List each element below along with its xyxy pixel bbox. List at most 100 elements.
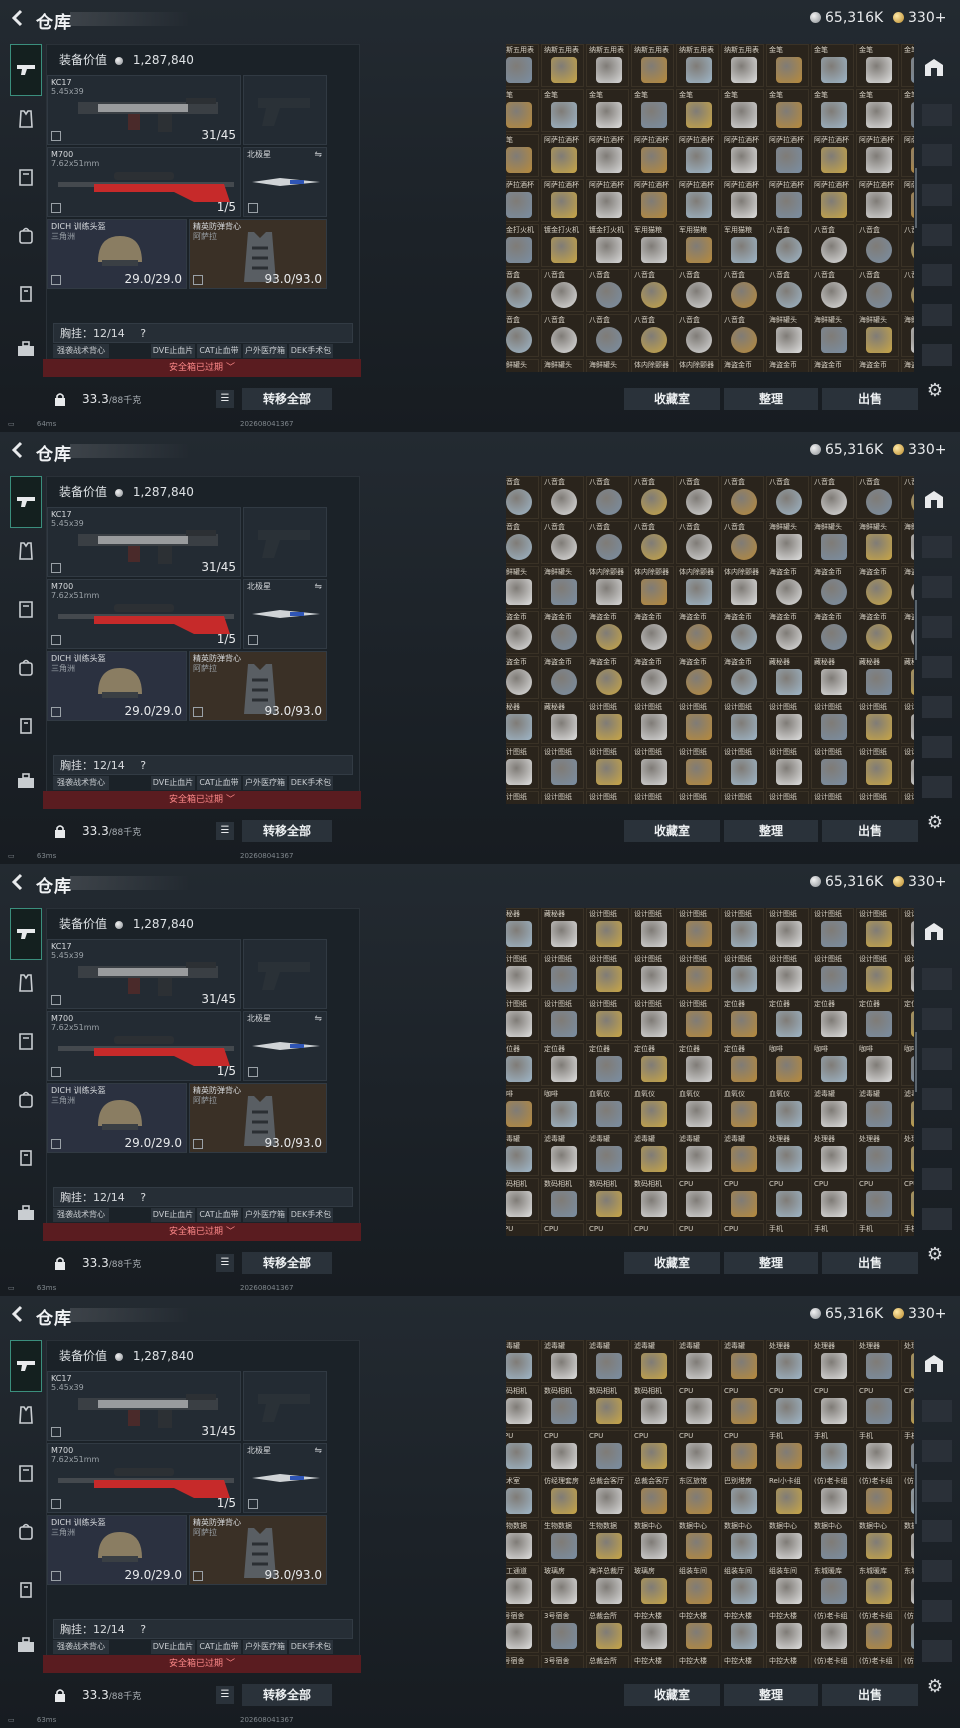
stash-item[interactable]: 设计图纸 bbox=[676, 953, 719, 996]
pouch-item[interactable]: 户外医疗箱 bbox=[243, 1640, 287, 1654]
stash-item[interactable]: 八音盒 bbox=[631, 476, 674, 519]
stash-item[interactable]: 海鲜罐头 bbox=[541, 566, 584, 609]
stash-item[interactable]: 设计图纸 bbox=[811, 953, 854, 996]
stash-item[interactable]: CPU bbox=[901, 1178, 914, 1221]
stash-item[interactable]: 八音盒 bbox=[541, 314, 584, 357]
stash-scrollbar[interactable] bbox=[915, 1464, 917, 1524]
stash-item[interactable]: 海鲜罐头 bbox=[541, 359, 584, 372]
stash-item[interactable]: 定位器 bbox=[856, 998, 899, 1041]
stash-item[interactable]: 滤毒罐 bbox=[676, 1340, 719, 1383]
stash-item[interactable]: 设计图纸 bbox=[586, 746, 629, 789]
secondary-weapon-slot[interactable]: M700 7.62x51mm 1/5 bbox=[47, 1443, 241, 1513]
stash-item[interactable]: 生物数据 bbox=[506, 1520, 539, 1563]
transfer-all-button[interactable]: 转移全部 bbox=[242, 388, 332, 410]
stash-item[interactable]: 定位器 bbox=[811, 998, 854, 1041]
stash-item[interactable]: (仿)老卡组 bbox=[856, 1475, 899, 1518]
stash-item[interactable]: 八音盒 bbox=[766, 224, 809, 267]
stash-item[interactable]: 设计图纸 bbox=[811, 908, 854, 951]
sort-button[interactable]: 整理 bbox=[724, 1684, 818, 1706]
back-arrow-icon[interactable] bbox=[10, 9, 28, 29]
stash-item[interactable]: 设计图纸 bbox=[766, 746, 809, 789]
stash-item[interactable]: 定位器 bbox=[631, 1043, 674, 1086]
stash-item[interactable]: 设计图纸 bbox=[631, 701, 674, 744]
stash-item[interactable]: 八音盒 bbox=[721, 521, 764, 564]
stash-tab[interactable] bbox=[922, 144, 952, 166]
backpack-icon[interactable] bbox=[13, 1090, 39, 1116]
stash-item[interactable]: 藏秘器 bbox=[811, 656, 854, 699]
stash-item[interactable]: 阿萨拉酒杯 bbox=[856, 134, 899, 177]
stash-item[interactable]: 海鲜罐头 bbox=[856, 314, 899, 357]
stash-item[interactable]: 设计图纸 bbox=[676, 701, 719, 744]
stash-item[interactable]: 海洋总裁厅 bbox=[586, 1565, 629, 1608]
stash-item[interactable]: 东城暖库 bbox=[856, 1565, 899, 1608]
stash-item[interactable]: CPU bbox=[766, 1178, 809, 1221]
back-arrow-icon[interactable] bbox=[10, 873, 28, 893]
stash-item[interactable]: 手机 bbox=[856, 1430, 899, 1473]
stash-item[interactable]: 八音盒 bbox=[901, 476, 914, 519]
stash-item[interactable]: 海盗金币 bbox=[811, 359, 854, 372]
stash-tab[interactable] bbox=[922, 1168, 952, 1190]
stash-item[interactable]: 设计图纸 bbox=[901, 746, 914, 789]
stash-item[interactable]: 八音盒 bbox=[506, 269, 539, 312]
stash-item[interactable]: 海盗金币 bbox=[586, 656, 629, 699]
stash-item[interactable]: 设计图纸 bbox=[676, 746, 719, 789]
stash-item[interactable]: 纳斯五用表 bbox=[586, 44, 629, 87]
stash-item[interactable]: 数码相机 bbox=[586, 1178, 629, 1221]
stash-item[interactable]: 海盗金币 bbox=[721, 359, 764, 372]
swap-icon[interactable]: ⇋ bbox=[314, 582, 322, 592]
stash-item[interactable]: CPU bbox=[856, 1385, 899, 1428]
pouch-item[interactable]: DEK手术包 bbox=[289, 1640, 333, 1654]
collection-room-button[interactable]: 收藏室 bbox=[624, 1684, 720, 1706]
stash-item[interactable]: 定位器 bbox=[586, 1043, 629, 1086]
gear-icon[interactable]: ⚙ bbox=[924, 1676, 946, 1698]
list-icon[interactable]: ☰ bbox=[216, 390, 234, 408]
stash-item[interactable]: 处理器 bbox=[901, 1340, 914, 1383]
safe-box-expired-banner[interactable]: 安全箱已过期 ﹀ bbox=[43, 1223, 361, 1241]
stash-item[interactable]: 血氧仪 bbox=[676, 1088, 719, 1131]
stash-item[interactable]: 金笔 bbox=[856, 44, 899, 87]
armor-icon[interactable] bbox=[13, 1464, 39, 1490]
stash-item[interactable]: 中控大楼 bbox=[631, 1655, 674, 1668]
backpack-icon[interactable] bbox=[13, 226, 39, 252]
stash-item[interactable]: 藏秘器 bbox=[541, 701, 584, 744]
stash-tab[interactable] bbox=[922, 968, 952, 990]
pouch-item[interactable]: DVE止血片 bbox=[151, 1208, 195, 1222]
stash-item[interactable]: 设计图纸 bbox=[506, 998, 539, 1041]
stash-item[interactable]: 体内除颤器 bbox=[631, 359, 674, 372]
stash-item[interactable]: 金笔 bbox=[811, 44, 854, 87]
swap-icon[interactable]: ⇋ bbox=[314, 1014, 322, 1024]
stash-item[interactable]: 员工通道 bbox=[506, 1565, 539, 1608]
stash-item[interactable]: CPU bbox=[631, 1223, 674, 1236]
stash-item[interactable]: CPU bbox=[766, 1385, 809, 1428]
stash-item[interactable]: 中控大楼 bbox=[721, 1655, 764, 1668]
stash-item[interactable]: 处理器 bbox=[811, 1133, 854, 1176]
swap-icon[interactable]: ⇋ bbox=[314, 1446, 322, 1456]
stash-item[interactable]: 滤毒罐 bbox=[631, 1133, 674, 1176]
stash-item[interactable]: 血氧仪 bbox=[586, 1088, 629, 1131]
stash-item[interactable]: 数据中心 bbox=[631, 1520, 674, 1563]
stash-item[interactable]: 海盗金币 bbox=[541, 611, 584, 654]
stash-item[interactable]: CPU bbox=[676, 1430, 719, 1473]
armor-slot[interactable]: 精英防弹背心 阿萨拉 93.0/93.0 bbox=[189, 1515, 327, 1585]
stash-item[interactable]: 阿萨拉酒杯 bbox=[766, 134, 809, 177]
stash-item[interactable]: 金笔 bbox=[901, 44, 914, 87]
stash-tab[interactable] bbox=[922, 344, 952, 366]
stash-tab[interactable] bbox=[922, 1088, 952, 1110]
stash-tab[interactable] bbox=[922, 656, 952, 678]
pouch-item[interactable]: DEK手术包 bbox=[289, 776, 333, 790]
stash-item[interactable]: 设计图纸 bbox=[856, 746, 899, 789]
stash-item[interactable]: 设计图纸 bbox=[766, 701, 809, 744]
stash-item[interactable]: CPU bbox=[676, 1385, 719, 1428]
stash-item[interactable]: 生物数据 bbox=[541, 1520, 584, 1563]
stash-item[interactable]: 设计图纸 bbox=[541, 998, 584, 1041]
back-arrow-icon[interactable] bbox=[10, 1305, 28, 1325]
stash-item[interactable]: 数据中心 bbox=[721, 1520, 764, 1563]
backpack-icon[interactable] bbox=[13, 1522, 39, 1548]
stash-item[interactable]: 海盗金币 bbox=[766, 611, 809, 654]
stash-tab[interactable] bbox=[922, 1640, 952, 1662]
stash-item[interactable]: 数码相机 bbox=[506, 1178, 539, 1221]
stash-item[interactable]: 咖啡 bbox=[766, 1043, 809, 1086]
stash-item[interactable]: 手机 bbox=[856, 1223, 899, 1236]
stash-item[interactable]: 巴别塔房 bbox=[721, 1475, 764, 1518]
stash-item[interactable]: 数据中心 bbox=[811, 1520, 854, 1563]
